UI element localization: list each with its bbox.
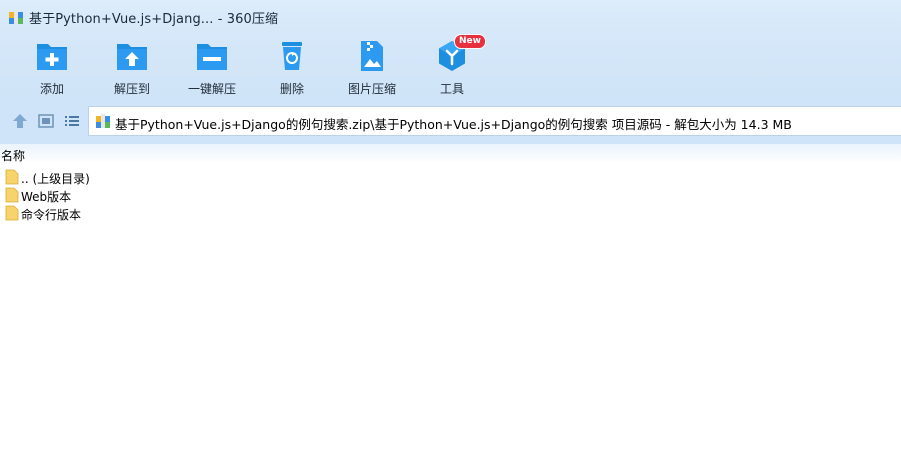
title-bar: 基于Python+Vue.js+Djang... - 360压缩 — [0, 0, 901, 34]
toolbar: 添加 解压到 一键解压 删除 图片压缩 New 工具 — [0, 34, 901, 100]
folder-icon — [5, 205, 19, 221]
app-window: 基于Python+Vue.js+Djang... - 360压缩 添加 解压到 … — [0, 0, 901, 464]
extract-to-icon — [117, 44, 147, 70]
one-click-extract-icon — [197, 44, 227, 70]
image-compress-icon — [361, 41, 383, 71]
new-badge: New — [454, 34, 486, 49]
extract-to-button[interactable]: 解压到 — [97, 38, 167, 96]
extract-to-label: 解压到 — [113, 82, 150, 96]
tools-label: 工具 — [439, 82, 464, 96]
add-button[interactable]: 添加 — [17, 38, 87, 96]
archive-icon — [9, 10, 23, 24]
add-folder-icon — [37, 44, 67, 70]
thumbnail-view-icon[interactable] — [37, 112, 55, 130]
folder-icon — [5, 169, 19, 185]
image-compress-button[interactable]: 图片压缩 — [337, 38, 407, 96]
file-list: .. (上级目录) Web版本 命令行版本 — [0, 168, 901, 222]
up-level-icon[interactable] — [11, 112, 29, 130]
add-label: 添加 — [39, 82, 64, 96]
folder-icon — [5, 187, 19, 203]
one-click-extract-label: 一键解压 — [187, 82, 236, 96]
delete-label: 删除 — [279, 82, 304, 96]
delete-button[interactable]: 删除 — [257, 38, 327, 96]
recycle-bin-icon — [282, 42, 302, 70]
archive-path: 基于Python+Vue.js+Django的例句搜索.zip\基于Python… — [115, 117, 792, 132]
list-item[interactable]: .. (上级目录) — [0, 168, 300, 186]
list-view-icon[interactable] — [63, 112, 81, 130]
window-title: 基于Python+Vue.js+Djang... - 360压缩 — [29, 12, 279, 27]
tools-button[interactable]: New 工具 — [417, 34, 487, 96]
list-item-name: Web版本 — [21, 190, 72, 204]
image-compress-label: 图片压缩 — [347, 82, 396, 96]
column-header-name[interactable]: 名称 — [1, 147, 25, 164]
list-item[interactable]: 命令行版本 — [0, 204, 300, 222]
list-item[interactable]: Web版本 — [0, 186, 300, 204]
list-item-name: 命令行版本 — [21, 208, 82, 222]
address-bar[interactable]: 基于Python+Vue.js+Django的例句搜索.zip\基于Python… — [88, 106, 901, 136]
list-item-name: .. (上级目录) — [21, 172, 90, 186]
one-click-extract-button[interactable]: 一键解压 — [177, 38, 247, 96]
archive-icon — [96, 114, 110, 128]
list-header — [0, 144, 901, 164]
